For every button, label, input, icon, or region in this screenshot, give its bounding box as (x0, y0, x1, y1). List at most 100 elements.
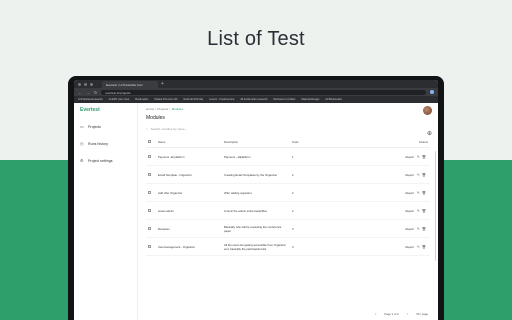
select-all-checkbox-cell (146, 137, 156, 148)
bookmark-item[interactable]: All Bookmarks (325, 98, 342, 101)
row-checkbox[interactable] (148, 190, 151, 194)
window-dot-max[interactable] (90, 82, 93, 86)
row-checkbox[interactable] (148, 208, 151, 212)
table-row[interactable]: Payment -all platform Payment - allplatf… (146, 147, 430, 166)
search-input[interactable]: Search modules by name... (151, 127, 188, 131)
trash-icon[interactable]: 🗑 (422, 155, 426, 159)
trash-icon[interactable]: 🗑 (422, 227, 426, 231)
cell-name: Payment -all platform (156, 147, 222, 166)
cell-tests: 2 (290, 201, 350, 220)
cell-tests: 2 (290, 165, 350, 184)
header-tests[interactable]: Tests (290, 137, 350, 148)
bookmark-item[interactable]: Material Design (301, 98, 319, 101)
row-checkbox-cell (146, 201, 156, 220)
browser-tabbar: Evertest | UI Parandits Cort + (74, 80, 438, 88)
cell-actions: Report ✎ 🗑 (350, 165, 430, 184)
edit-icon[interactable]: ✎ (417, 155, 420, 159)
bookmark-item[interactable]: Shasta Premium 3D (154, 98, 177, 101)
edit-icon[interactable]: ✎ (417, 191, 420, 195)
edit-icon[interactable]: ✎ (417, 209, 420, 213)
bookmarks-bar: AI Practises/research AnkiPic Jam Care B… (74, 96, 438, 103)
table-row[interactable]: Email Template - Organizer Creating Emai… (146, 165, 430, 184)
back-icon[interactable]: ← (78, 90, 82, 95)
next-page-button[interactable]: > (407, 312, 409, 316)
forward-icon[interactable]: → (86, 90, 90, 95)
bookmark-item[interactable]: Bookmarks (135, 98, 148, 101)
cell-tests: 3 (290, 237, 350, 256)
reload-icon[interactable]: ↻ (94, 90, 97, 95)
bookmark-item[interactable]: Rachaunt a Collect (273, 98, 295, 101)
cell-description: Crumic the admin entire backoffice (222, 201, 290, 220)
edit-icon[interactable]: ✎ (417, 173, 420, 177)
row-checkbox[interactable] (148, 226, 151, 230)
bookmark-item[interactable]: Lucern - Freshservice (209, 98, 234, 101)
cell-description: Offer adding organizer (222, 183, 290, 202)
table-header-row: Name Description Tests Actions (146, 137, 430, 148)
breadcrumb: Home > Projects > Modules (146, 107, 430, 111)
table-row[interactable]: Reviewer Basically who will be reviewing… (146, 219, 430, 238)
cell-tests: 1 (290, 147, 350, 166)
edit-icon[interactable]: ✎ (417, 245, 420, 249)
browser-tab[interactable]: Evertest | UI Parandits Cort (102, 80, 158, 88)
row-checkbox[interactable] (148, 154, 151, 158)
report-button[interactable]: Report (405, 245, 413, 249)
cell-actions: Report ✎ 🗑 (350, 183, 430, 202)
window-dot-close[interactable] (78, 82, 81, 86)
report-button[interactable]: Report (405, 227, 413, 231)
report-button[interactable]: Report (405, 191, 413, 195)
report-button[interactable]: Report (405, 173, 413, 177)
trash-icon[interactable]: 🗑 (422, 245, 426, 249)
cell-name: Usermanagement - Organizer (156, 237, 222, 256)
row-checkbox[interactable] (148, 244, 151, 248)
table-row[interactable]: susan admin Crumic the admin entire back… (146, 201, 430, 220)
cell-description: Creating Email Templates by the Organize… (222, 165, 290, 184)
avatar[interactable] (423, 106, 432, 115)
header-description[interactable]: Description (222, 137, 290, 148)
address-bar[interactable]: evertest.io/projects (101, 89, 426, 95)
bookmark-item[interactable]: All bookmarks research (240, 98, 267, 101)
bookmark-item[interactable]: Referral SSC Ele (183, 98, 203, 101)
bookmark-item[interactable]: AnkiPic Jam Care (109, 98, 130, 101)
trash-icon[interactable]: 🗑 (422, 191, 426, 195)
sidebar: Evertest ▭ Projects ◷ Runs history ⚙ Pro… (74, 103, 138, 320)
row-checkbox-cell (146, 165, 156, 184)
sidebar-item-project-settings[interactable]: ⚙ Project settings (78, 155, 133, 166)
trash-icon[interactable]: 🗑 (422, 209, 426, 213)
modules-table: Name Description Tests Actions Payment -… (146, 137, 430, 256)
report-button[interactable]: Report (405, 209, 413, 213)
sidebar-item-label: Project settings (88, 158, 113, 163)
header-name[interactable]: Name (156, 137, 222, 148)
add-module-button[interactable]: ⊕ (427, 130, 432, 137)
cell-name: Reviewer (156, 219, 222, 238)
report-button[interactable]: Report (405, 155, 413, 159)
sidebar-item-runs-history[interactable]: ◷ Runs history (78, 138, 133, 149)
edit-icon[interactable]: ✎ (417, 227, 420, 231)
row-checkbox-cell (146, 237, 156, 256)
table-scrollbar[interactable] (434, 151, 436, 261)
select-all-checkbox[interactable] (148, 140, 151, 143)
cell-description: All the users list getting accessible fr… (222, 237, 290, 256)
folder-icon: ▭ (80, 124, 84, 129)
breadcrumb-separator: > (169, 107, 171, 111)
cell-actions: Report ✎ 🗑 (350, 201, 430, 220)
prev-page-button[interactable]: < (375, 312, 377, 316)
breadcrumb-home[interactable]: Home (146, 107, 154, 111)
new-tab-icon[interactable]: + (161, 81, 164, 87)
sidebar-item-projects[interactable]: ▭ Projects (78, 121, 133, 132)
profile-icon[interactable] (430, 90, 434, 94)
table-row[interactable]: Usermanagement - Organizer All the users… (146, 237, 430, 256)
row-checkbox-cell (146, 219, 156, 238)
table-row[interactable]: Add offer Organizer Offer adding organiz… (146, 183, 430, 202)
sidebar-item-label: Runs history (88, 141, 108, 146)
headline: List of Test (207, 28, 305, 50)
app-logo[interactable]: Evertest (80, 107, 133, 113)
page-size-select[interactable]: 50 / page (416, 312, 428, 316)
pagination: < Page 1 of 2 > 50 / page (375, 312, 428, 316)
window-dot-min[interactable] (84, 82, 87, 86)
settings-icon: ⚙ (80, 158, 84, 163)
bookmark-item[interactable]: AI Practises/research (78, 98, 103, 101)
row-checkbox[interactable] (148, 172, 151, 176)
search-box[interactable]: ⌕ Search modules by name... (146, 127, 430, 131)
trash-icon[interactable]: 🗑 (422, 173, 426, 177)
breadcrumb-projects[interactable]: Projects (157, 107, 168, 111)
